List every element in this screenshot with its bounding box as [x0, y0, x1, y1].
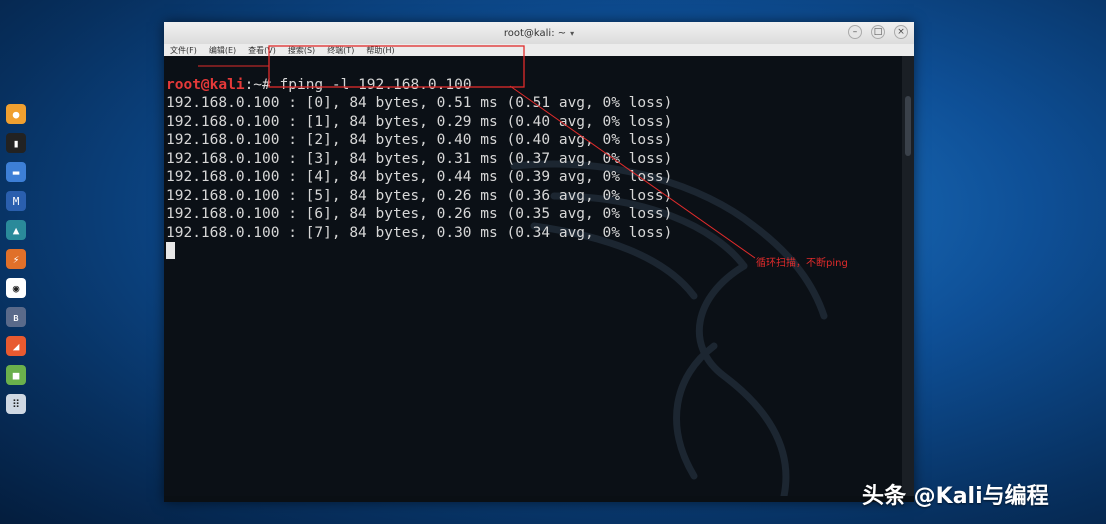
prompt-user: root@kali — [166, 76, 245, 93]
maltego-icon[interactable]: ◉ — [6, 278, 26, 298]
command-line: root@kali:~# fping -l 192.168.0.100 — [166, 77, 472, 93]
output-line: 192.168.0.100 : [0], 84 bytes, 0.51 ms (… — [166, 95, 673, 111]
menu-search[interactable]: 搜索(S) — [288, 45, 315, 56]
menu-help[interactable]: 帮助(H) — [366, 45, 394, 56]
annotation-text: 循环扫描，不断ping — [756, 258, 848, 269]
armitage-icon[interactable]: ▲ — [6, 220, 26, 240]
faraday-icon[interactable]: ◢ — [6, 336, 26, 356]
menu-terminal[interactable]: 终端(T) — [327, 45, 354, 56]
output-line: 192.168.0.100 : [6], 84 bytes, 0.26 ms (… — [166, 206, 673, 222]
show-apps-icon[interactable]: ⠿ — [6, 394, 26, 414]
metasploit-icon[interactable]: M — [6, 191, 26, 211]
window-controls: – □ × — [839, 25, 908, 39]
output-line: 192.168.0.100 : [7], 84 bytes, 0.30 ms (… — [166, 224, 673, 241]
title-bar: root@kali: ~ ▾ – □ × — [164, 22, 914, 44]
watermark: 头条 @Kali与编程 — [862, 484, 1049, 509]
output-line: 192.168.0.100 : [3], 84 bytes, 0.31 ms (… — [166, 150, 673, 167]
dock: ● ▮ ▬ M ▲ ⚡ ◉ ʙ ◢ ■ ⠿ — [0, 100, 32, 440]
terminal-area[interactable]: root@kali:~# fping -l 192.168.0.100 192.… — [164, 56, 902, 496]
close-icon[interactable]: × — [894, 25, 908, 39]
output-line: 192.168.0.100 : [2], 84 bytes, 0.40 ms (… — [166, 132, 673, 148]
terminal-cursor — [166, 242, 175, 259]
scrollbar-thumb[interactable] — [905, 96, 911, 156]
prompt-path: :~# — [244, 76, 280, 93]
menu-bar: 文件(F) 编辑(E) 查看(V) 搜索(S) 终端(T) 帮助(H) — [164, 44, 914, 56]
minimize-icon[interactable]: – — [848, 25, 862, 39]
files-icon[interactable]: ▬ — [6, 162, 26, 182]
burpsuite-icon[interactable]: ⚡ — [6, 249, 26, 269]
firefox-icon[interactable]: ● — [6, 104, 26, 124]
output-line: 192.168.0.100 : [4], 84 bytes, 0.44 ms (… — [166, 169, 673, 185]
scrollbar[interactable] — [902, 56, 914, 496]
menu-file[interactable]: 文件(F) — [170, 45, 197, 56]
terminal-icon[interactable]: ▮ — [6, 133, 26, 153]
command-text: fping -l 192.168.0.100 — [279, 76, 472, 93]
menu-edit[interactable]: 编辑(E) — [209, 45, 236, 56]
leafpad-icon[interactable]: ■ — [6, 365, 26, 385]
output-line: 192.168.0.100 : [5], 84 bytes, 0.26 ms (… — [166, 187, 673, 204]
chevron-down-icon[interactable]: ▾ — [570, 29, 574, 38]
output-line: 192.168.0.100 : [1], 84 bytes, 0.29 ms (… — [166, 113, 673, 130]
beef-icon[interactable]: ʙ — [6, 307, 26, 327]
window-title: root@kali: ~ — [503, 27, 567, 39]
menu-view[interactable]: 查看(V) — [248, 45, 276, 56]
terminal-output: root@kali:~# fping -l 192.168.0.100 192.… — [166, 57, 672, 262]
maximize-icon[interactable]: □ — [871, 25, 885, 39]
